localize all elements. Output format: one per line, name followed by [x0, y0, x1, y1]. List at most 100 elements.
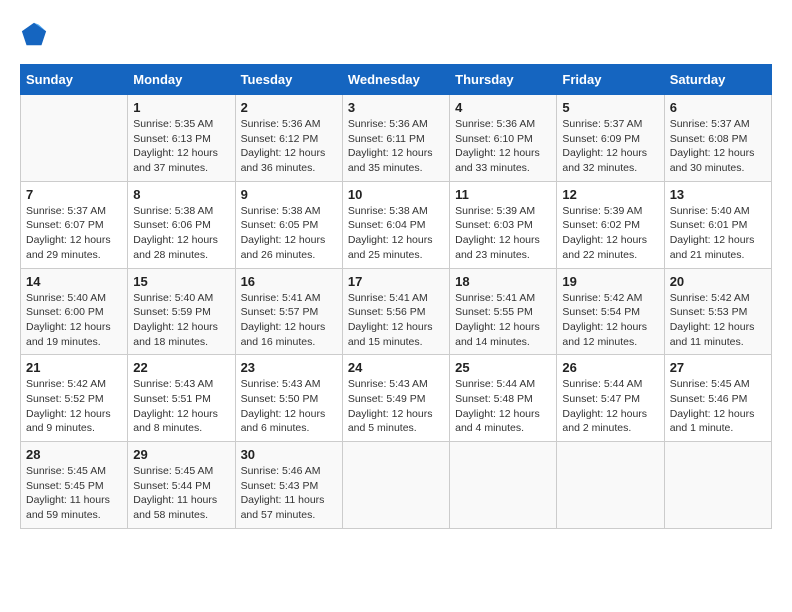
day-info: Sunrise: 5:42 AMSunset: 5:54 PMDaylight:… [562, 291, 658, 350]
day-number: 27 [670, 360, 766, 375]
day-number: 11 [455, 187, 551, 202]
calendar-week-row: 14 Sunrise: 5:40 AMSunset: 6:00 PMDayligh… [21, 268, 772, 355]
page-header [20, 20, 772, 48]
day-info: Sunrise: 5:39 AMSunset: 6:02 PMDaylight:… [562, 204, 658, 263]
logo [20, 20, 52, 48]
day-header-sunday: Sunday [21, 65, 128, 95]
day-info: Sunrise: 5:36 AMSunset: 6:12 PMDaylight:… [241, 117, 337, 176]
day-number: 1 [133, 100, 229, 115]
day-info: Sunrise: 5:38 AMSunset: 6:04 PMDaylight:… [348, 204, 444, 263]
day-number: 19 [562, 274, 658, 289]
day-header-wednesday: Wednesday [342, 65, 449, 95]
day-info: Sunrise: 5:36 AMSunset: 6:10 PMDaylight:… [455, 117, 551, 176]
day-number: 6 [670, 100, 766, 115]
day-info: Sunrise: 5:42 AMSunset: 5:52 PMDaylight:… [26, 377, 122, 436]
day-header-tuesday: Tuesday [235, 65, 342, 95]
calendar-cell: 13Sunrise: 5:40 AMSunset: 6:01 PMDayligh… [664, 181, 771, 268]
day-number: 26 [562, 360, 658, 375]
day-info: Sunrise: 5:43 AMSunset: 5:49 PMDaylight:… [348, 377, 444, 436]
calendar-cell: 6 Sunrise: 5:37 AMSunset: 6:08 PMDaylight… [664, 95, 771, 182]
calendar-header-row: SundayMondayTuesdayWednesdayThursdayFrid… [21, 65, 772, 95]
calendar-cell [664, 442, 771, 529]
day-info: Sunrise: 5:38 AMSunset: 6:05 PMDaylight:… [241, 204, 337, 263]
day-header-monday: Monday [128, 65, 235, 95]
calendar-cell: 12 Sunrise: 5:39 AMSunset: 6:02 PMDayligh… [557, 181, 664, 268]
day-info: Sunrise: 5:44 AMSunset: 5:48 PMDaylight:… [455, 377, 551, 436]
calendar-cell: 17Sunrise: 5:41 AMSunset: 5:56 PMDayligh… [342, 268, 449, 355]
day-info: Sunrise: 5:40 AMSunset: 6:01 PMDaylight:… [670, 204, 766, 263]
day-info: Sunrise: 5:35 AMSunset: 6:13 PMDaylight:… [133, 117, 229, 176]
day-number: 21 [26, 360, 122, 375]
day-header-thursday: Thursday [450, 65, 557, 95]
calendar-cell: 9 Sunrise: 5:38 AMSunset: 6:05 PMDaylight… [235, 181, 342, 268]
calendar-cell: 8 Sunrise: 5:38 AMSunset: 6:06 PMDaylight… [128, 181, 235, 268]
day-number: 12 [562, 187, 658, 202]
logo-icon [20, 20, 48, 48]
day-number: 30 [241, 447, 337, 462]
calendar-cell: 24 Sunrise: 5:43 AMSunset: 5:49 PMDayligh… [342, 355, 449, 442]
day-info: Sunrise: 5:45 AMSunset: 5:46 PMDaylight:… [670, 377, 766, 436]
day-info: Sunrise: 5:36 AMSunset: 6:11 PMDaylight:… [348, 117, 444, 176]
calendar-cell [557, 442, 664, 529]
calendar-cell: 30 Sunrise: 5:46 AMSunset: 5:43 PMDayligh… [235, 442, 342, 529]
day-number: 14 [26, 274, 122, 289]
day-info: Sunrise: 5:40 AMSunset: 5:59 PMDaylight:… [133, 291, 229, 350]
day-info: Sunrise: 5:38 AMSunset: 6:06 PMDaylight:… [133, 204, 229, 263]
day-number: 20 [670, 274, 766, 289]
day-number: 2 [241, 100, 337, 115]
calendar-cell: 20 Sunrise: 5:42 AMSunset: 5:53 PMDayligh… [664, 268, 771, 355]
day-info: Sunrise: 5:41 AMSunset: 5:57 PMDaylight:… [241, 291, 337, 350]
day-number: 17 [348, 274, 444, 289]
day-number: 10 [348, 187, 444, 202]
day-header-friday: Friday [557, 65, 664, 95]
day-info: Sunrise: 5:42 AMSunset: 5:53 PMDaylight:… [670, 291, 766, 350]
day-number: 29 [133, 447, 229, 462]
calendar-cell: 10 Sunrise: 5:38 AMSunset: 6:04 PMDayligh… [342, 181, 449, 268]
calendar-table: SundayMondayTuesdayWednesdayThursdayFrid… [20, 64, 772, 529]
calendar-cell: 5 Sunrise: 5:37 AMSunset: 6:09 PMDaylight… [557, 95, 664, 182]
calendar-cell: 25 Sunrise: 5:44 AMSunset: 5:48 PMDayligh… [450, 355, 557, 442]
calendar-week-row: 1 Sunrise: 5:35 AMSunset: 6:13 PMDaylight… [21, 95, 772, 182]
day-number: 23 [241, 360, 337, 375]
day-info: Sunrise: 5:37 AMSunset: 6:09 PMDaylight:… [562, 117, 658, 176]
day-number: 24 [348, 360, 444, 375]
day-info: Sunrise: 5:43 AMSunset: 5:51 PMDaylight:… [133, 377, 229, 436]
day-number: 4 [455, 100, 551, 115]
day-number: 8 [133, 187, 229, 202]
day-header-saturday: Saturday [664, 65, 771, 95]
calendar-week-row: 7 Sunrise: 5:37 AMSunset: 6:07 PMDaylight… [21, 181, 772, 268]
day-info: Sunrise: 5:41 AMSunset: 5:55 PMDaylight:… [455, 291, 551, 350]
calendar-cell: 3 Sunrise: 5:36 AMSunset: 6:11 PMDaylight… [342, 95, 449, 182]
day-number: 5 [562, 100, 658, 115]
day-info: Sunrise: 5:39 AMSunset: 6:03 PMDaylight:… [455, 204, 551, 263]
calendar-cell: 15 Sunrise: 5:40 AMSunset: 5:59 PMDayligh… [128, 268, 235, 355]
day-info: Sunrise: 5:44 AMSunset: 5:47 PMDaylight:… [562, 377, 658, 436]
calendar-cell: 7 Sunrise: 5:37 AMSunset: 6:07 PMDaylight… [21, 181, 128, 268]
calendar-cell: 4 Sunrise: 5:36 AMSunset: 6:10 PMDaylight… [450, 95, 557, 182]
day-number: 9 [241, 187, 337, 202]
calendar-cell: 29 Sunrise: 5:45 AMSunset: 5:44 PMDayligh… [128, 442, 235, 529]
day-number: 3 [348, 100, 444, 115]
day-number: 28 [26, 447, 122, 462]
day-info: Sunrise: 5:37 AMSunset: 6:08 PMDaylight:… [670, 117, 766, 176]
calendar-cell: 14 Sunrise: 5:40 AMSunset: 6:00 PMDayligh… [21, 268, 128, 355]
day-info: Sunrise: 5:46 AMSunset: 5:43 PMDaylight:… [241, 464, 337, 523]
calendar-cell: 22Sunrise: 5:43 AMSunset: 5:51 PMDayligh… [128, 355, 235, 442]
day-info: Sunrise: 5:45 AMSunset: 5:45 PMDaylight:… [26, 464, 122, 523]
calendar-cell: 1 Sunrise: 5:35 AMSunset: 6:13 PMDaylight… [128, 95, 235, 182]
day-number: 15 [133, 274, 229, 289]
calendar-cell [21, 95, 128, 182]
day-number: 25 [455, 360, 551, 375]
calendar-cell: 28 Sunrise: 5:45 AMSunset: 5:45 PMDayligh… [21, 442, 128, 529]
day-info: Sunrise: 5:40 AMSunset: 6:00 PMDaylight:… [26, 291, 122, 350]
calendar-cell: 16Sunrise: 5:41 AMSunset: 5:57 PMDayligh… [235, 268, 342, 355]
calendar-week-row: 28 Sunrise: 5:45 AMSunset: 5:45 PMDayligh… [21, 442, 772, 529]
calendar-cell [342, 442, 449, 529]
day-info: Sunrise: 5:45 AMSunset: 5:44 PMDaylight:… [133, 464, 229, 523]
calendar-cell [450, 442, 557, 529]
calendar-cell: 23Sunrise: 5:43 AMSunset: 5:50 PMDayligh… [235, 355, 342, 442]
day-number: 7 [26, 187, 122, 202]
day-info: Sunrise: 5:37 AMSunset: 6:07 PMDaylight:… [26, 204, 122, 263]
calendar-cell: 21 Sunrise: 5:42 AMSunset: 5:52 PMDayligh… [21, 355, 128, 442]
calendar-cell: 2 Sunrise: 5:36 AMSunset: 6:12 PMDaylight… [235, 95, 342, 182]
